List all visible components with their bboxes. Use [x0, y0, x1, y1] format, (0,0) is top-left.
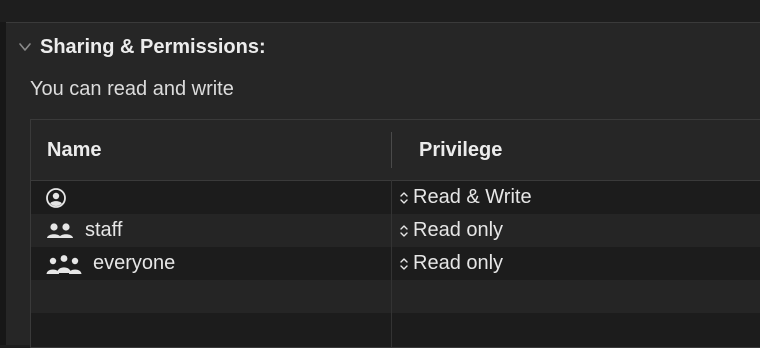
- privilege-value: Read only: [413, 252, 504, 274]
- section-header[interactable]: Sharing & Permissions:: [18, 35, 266, 59]
- table-row[interactable]: staff Read only: [31, 214, 760, 247]
- column-header-privilege[interactable]: Privilege: [419, 139, 502, 162]
- table-header: Name Privilege: [31, 120, 760, 181]
- column-header-name[interactable]: Name: [47, 139, 101, 162]
- sharing-permissions-section: Sharing & Permissions: You can read and …: [6, 22, 760, 348]
- table-row-empty: [31, 313, 760, 346]
- privilege-popup[interactable]: Read only: [399, 247, 503, 280]
- privilege-popup[interactable]: Read & Write: [399, 181, 532, 214]
- permission-summary: You can read and write: [30, 78, 234, 100]
- up-down-arrows-icon: [400, 191, 408, 204]
- table-row-empty: [31, 280, 760, 313]
- row-name-cell: [45, 181, 77, 214]
- table-row[interactable]: Read & Write: [31, 181, 760, 214]
- row-name-cell: staff: [45, 214, 122, 247]
- privilege-popup[interactable]: Read only: [399, 214, 503, 247]
- chevron-down-icon[interactable]: [18, 40, 32, 54]
- privilege-value: Read only: [413, 219, 504, 241]
- group-icon: [47, 222, 73, 238]
- up-down-arrows-icon: [400, 224, 408, 237]
- column-divider[interactable]: [391, 132, 392, 168]
- everyone-icon: [46, 254, 82, 274]
- table-row[interactable]: everyone Read only: [31, 247, 760, 280]
- row-name-cell: everyone: [45, 247, 175, 280]
- privilege-value: Read & Write: [413, 186, 532, 208]
- column-divider: [391, 180, 392, 347]
- row-name: everyone: [93, 252, 176, 274]
- up-down-arrows-icon: [400, 257, 408, 270]
- permissions-table: Name Privilege Read & Write staff Read o…: [30, 119, 760, 348]
- user-circle-icon: [46, 187, 66, 208]
- cropped-top-area: [0, 0, 760, 22]
- section-title: Sharing & Permissions:: [40, 35, 266, 58]
- row-name: staff: [85, 219, 123, 241]
